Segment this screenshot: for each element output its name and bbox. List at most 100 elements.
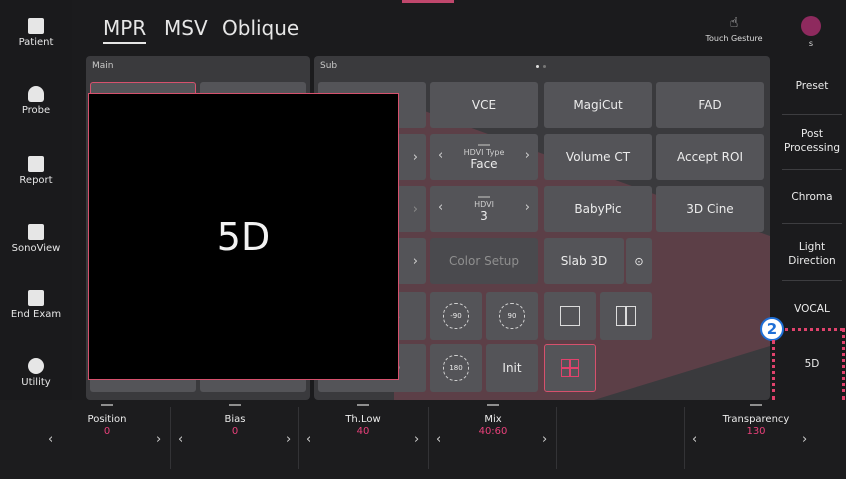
position-knob[interactable]: Position 0 — [70, 404, 144, 437]
mix-label: Mix — [484, 414, 502, 425]
chevron-right-icon[interactable]: › — [156, 432, 161, 447]
fad-label: FAD — [698, 98, 722, 112]
chevron-right-icon[interactable]: › — [802, 432, 807, 447]
init-button[interactable]: Init — [486, 344, 538, 392]
single-view-icon — [560, 306, 580, 326]
hdvi-value: 3 — [480, 208, 488, 223]
rotate-ccw-button[interactable]: -90 — [430, 292, 482, 340]
5d-button[interactable]: 5D — [778, 357, 846, 371]
knob-indicator — [750, 404, 762, 406]
chevron-right-icon[interactable]: › — [286, 432, 291, 447]
accept-roi-button[interactable]: Accept ROI — [656, 134, 764, 180]
step-badge-number: 2 — [766, 320, 778, 338]
mix-value: 40:60 — [478, 426, 508, 437]
chevron-right-icon[interactable]: › — [413, 254, 418, 269]
th-low-knob[interactable]: Th.Low 40 — [326, 404, 400, 437]
nav-patient[interactable]: Patient — [0, 18, 72, 48]
dual-layout-button[interactable] — [600, 292, 652, 340]
transparency-label: Transparency — [722, 414, 790, 425]
slab-3d-settings-button[interactable]: ⊙ — [626, 238, 652, 284]
nav-label: End Exam — [10, 309, 62, 320]
quad-view-icon — [561, 359, 579, 377]
patient-icon — [28, 18, 44, 34]
magicut-button[interactable]: MagiCut — [544, 82, 652, 128]
annotation-line — [785, 328, 843, 331]
volume-ct-button[interactable]: Volume CT — [544, 134, 652, 180]
hdvi-label: HDVI — [474, 199, 494, 209]
babypic-button[interactable]: BabyPic — [544, 186, 652, 232]
rotate-cw-button[interactable]: 90 — [486, 292, 538, 340]
fad-button[interactable]: FAD — [656, 82, 764, 128]
right-sidebar — [778, 56, 846, 400]
chevron-left-icon[interactable]: ‹ — [692, 432, 697, 447]
5d-overlay: 5D — [88, 93, 399, 380]
tab-msv[interactable]: MSV — [164, 16, 208, 40]
slab-3d-button[interactable]: Slab 3D — [544, 238, 624, 284]
chevron-right-icon[interactable]: › — [413, 150, 418, 165]
chevron-left-icon[interactable]: ‹ — [178, 432, 183, 447]
bias-knob[interactable]: Bias 0 — [198, 404, 272, 437]
hdvi-type-value: Face — [470, 156, 498, 171]
babypic-label: BabyPic — [574, 202, 622, 216]
nav-label: SonoView — [11, 243, 61, 254]
post-processing-button[interactable]: Post Processing — [778, 127, 846, 155]
chevron-left-icon[interactable]: ‹ — [438, 148, 443, 163]
nav-label: Utility — [21, 377, 51, 388]
knob-indicator — [229, 404, 241, 406]
chevron-right-icon[interactable]: › — [414, 432, 419, 447]
nav-end-exam[interactable]: End Exam — [0, 290, 72, 320]
end-exam-icon — [28, 290, 44, 306]
chevron-left-icon[interactable]: ‹ — [306, 432, 311, 447]
hdvi-type-stepper[interactable]: ‹ HDVI Type Face › — [430, 134, 538, 180]
init-label: Init — [502, 361, 522, 375]
touch-gesture-button[interactable]: ☝ Touch Gesture — [698, 16, 770, 43]
report-icon — [28, 156, 44, 172]
volume-ct-label: Volume CT — [565, 150, 631, 164]
rotate-cw-label: 90 — [507, 312, 517, 320]
dual-view-icon — [616, 306, 636, 326]
magicut-label: MagiCut — [573, 98, 623, 112]
chevron-left-icon[interactable]: ‹ — [48, 432, 53, 447]
chevron-left-icon[interactable]: ‹ — [438, 200, 443, 215]
divider — [782, 169, 842, 170]
cine-3d-button[interactable]: 3D Cine — [656, 186, 764, 232]
preset-button[interactable]: Preset — [778, 79, 846, 93]
hdvi-type-label: HDVI Type — [463, 147, 505, 157]
chevron-left-icon[interactable]: ‹ — [436, 432, 441, 447]
hand-pointer-icon: ☝ — [729, 15, 739, 31]
transparency-knob[interactable]: Transparency 130 — [708, 404, 804, 437]
divider — [782, 114, 842, 115]
chevron-right-icon[interactable]: › — [542, 432, 547, 447]
vce-button[interactable]: VCE — [430, 82, 538, 128]
rotate-180-button[interactable]: 180 — [430, 344, 482, 392]
chevron-right-icon[interactable]: › — [525, 148, 530, 163]
chevron-right-icon[interactable]: › — [413, 202, 418, 217]
color-setup-label: Color Setup — [448, 254, 520, 268]
nav-sonoview[interactable]: SonoView — [0, 224, 72, 254]
nav-utility[interactable]: Utility — [0, 358, 72, 388]
user-initial: s — [808, 39, 814, 48]
quad-layout-button[interactable] — [544, 344, 596, 392]
divider — [782, 223, 842, 224]
annotation-line — [772, 340, 775, 400]
nav-report[interactable]: Report — [0, 156, 72, 186]
chevron-right-icon[interactable]: › — [525, 200, 530, 215]
nav-label: Probe — [21, 105, 51, 116]
page-dot — [543, 65, 546, 68]
th-low-label: Th.Low — [345, 414, 381, 425]
single-layout-button[interactable] — [544, 292, 596, 340]
tab-oblique[interactable]: Oblique — [222, 16, 299, 40]
nav-label: Patient — [18, 37, 54, 48]
slab-3d-label: Slab 3D — [560, 254, 608, 268]
rotate-180-label: 180 — [449, 364, 463, 372]
avatar[interactable] — [801, 16, 821, 36]
annotation-line — [842, 328, 845, 400]
vocal-button[interactable]: VOCAL — [778, 302, 846, 316]
color-setup-button[interactable]: Color Setup — [430, 238, 538, 284]
chroma-button[interactable]: Chroma — [778, 190, 846, 204]
hdvi-stepper[interactable]: ‹ HDVI 3 › — [430, 186, 538, 232]
mix-knob[interactable]: Mix 40:60 — [456, 404, 530, 437]
nav-probe[interactable]: Probe — [0, 86, 72, 116]
light-direction-button[interactable]: Light Direction — [778, 240, 846, 268]
tab-mpr[interactable]: MPR — [103, 16, 147, 44]
